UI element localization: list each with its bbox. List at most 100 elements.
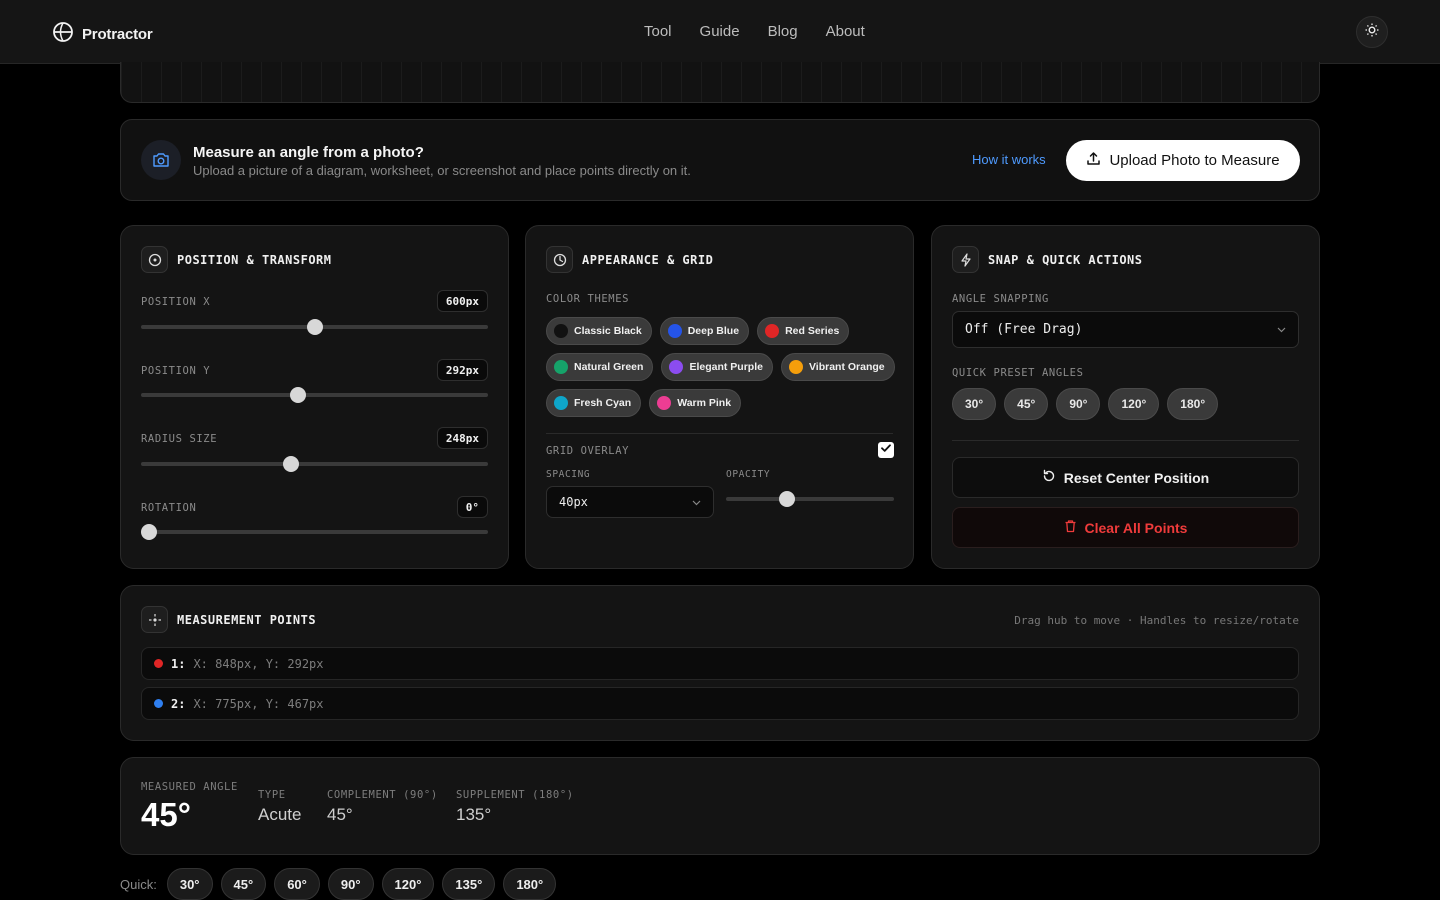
- preset-120-button[interactable]: 120°: [1108, 388, 1160, 420]
- rotation-value: 0°: [456, 496, 488, 518]
- nav-about[interactable]: About: [826, 23, 865, 40]
- slider-thumb[interactable]: [283, 456, 300, 472]
- radius-size-label: RADIUS SIZE: [141, 433, 218, 445]
- divider: [952, 440, 1299, 441]
- position-y-value: 292px: [436, 359, 488, 381]
- nav-blog[interactable]: Blog: [768, 23, 798, 40]
- nav-guide[interactable]: Guide: [700, 23, 740, 40]
- theme-label: Vibrant Orange: [808, 361, 885, 373]
- theme-fresh-cyan[interactable]: Fresh Cyan: [546, 389, 642, 417]
- rotation-label: ROTATION: [141, 502, 197, 514]
- quick-label: Quick:: [120, 876, 157, 892]
- quick-135-button[interactable]: 135°: [442, 868, 496, 900]
- spacing-label: SPACING: [546, 469, 591, 480]
- position-x-label: POSITION X: [141, 296, 211, 308]
- color-swatch-icon: [765, 324, 780, 338]
- grid-overlay-checkbox[interactable]: [878, 442, 894, 458]
- preset-90-button[interactable]: 90°: [1056, 388, 1101, 420]
- slider-thumb[interactable]: [141, 524, 157, 540]
- clear-label: Clear All Points: [1084, 519, 1188, 536]
- theme-warm-pink[interactable]: Warm Pink: [649, 389, 742, 417]
- measured-angle-value: 45°: [141, 796, 191, 833]
- point-coords: X: 848px, Y: 292px: [193, 656, 324, 671]
- slider-thumb[interactable]: [306, 319, 323, 335]
- theme-elegant-purple[interactable]: Elegant Purple: [661, 353, 773, 381]
- point-color-icon: [154, 659, 163, 668]
- upload-title: Measure an angle from a photo?: [193, 144, 424, 161]
- panel-title: POSITION & TRANSFORM: [177, 252, 332, 267]
- color-swatch-icon: [667, 324, 682, 338]
- radius-size-slider[interactable]: [141, 456, 488, 472]
- theme-natural-green[interactable]: Natural Green: [546, 353, 654, 381]
- theme-label: Natural Green: [574, 361, 644, 373]
- upload-photo-button[interactable]: Upload Photo to Measure: [1066, 140, 1300, 181]
- slider-thumb[interactable]: [779, 491, 796, 507]
- main-nav: Tool Guide Blog About: [644, 23, 865, 40]
- quick-30-button[interactable]: 30°: [166, 868, 213, 900]
- measurement-points-card: MEASUREMENT POINTS Drag hub to move · Ha…: [120, 585, 1320, 741]
- quick-120-button[interactable]: 120°: [381, 868, 435, 900]
- point-row[interactable]: 2: X: 775px, Y: 467px: [141, 687, 1299, 720]
- supplement-value: 135°: [456, 805, 492, 824]
- angle-snapping-select[interactable]: Off (Free Drag): [952, 311, 1299, 348]
- theme-label: Red Series: [785, 325, 840, 337]
- complement-label: COMPLEMENT (90°): [327, 789, 438, 801]
- lightning-icon: [952, 246, 979, 273]
- theme-deep-blue[interactable]: Deep Blue: [659, 317, 750, 345]
- target-icon: [141, 606, 168, 633]
- clear-all-points-button[interactable]: Clear All Points: [952, 507, 1299, 548]
- theme-classic-black[interactable]: Classic Black: [546, 317, 652, 345]
- nav-tool[interactable]: Tool: [644, 23, 672, 40]
- color-theme-list: Classic Black Deep Blue Red Series Natur…: [546, 317, 896, 417]
- preset-45-button[interactable]: 45°: [1004, 388, 1049, 420]
- protractor-canvas[interactable]: [120, 62, 1320, 103]
- quick-60-button[interactable]: 60°: [274, 868, 320, 900]
- preset-180-button[interactable]: 180°: [1167, 388, 1219, 420]
- point-color-icon: [154, 699, 163, 708]
- brand-logo[interactable]: Protractor: [52, 21, 153, 48]
- rotation-slider[interactable]: [141, 524, 488, 540]
- position-x-value: 600px: [436, 290, 488, 312]
- divider: [546, 433, 893, 434]
- position-y-label: POSITION Y: [141, 365, 211, 377]
- quick-45-button[interactable]: 45°: [220, 868, 267, 900]
- palette-icon: [546, 246, 573, 273]
- slider-thumb[interactable]: [289, 387, 306, 403]
- grid-overlay-label: GRID OVERLAY: [546, 445, 630, 457]
- angle-snapping-label: ANGLE SNAPPING: [952, 293, 1049, 305]
- how-it-works-link[interactable]: How it works: [972, 152, 1046, 167]
- points-title: MEASUREMENT POINTS: [177, 612, 317, 627]
- drag-hint: Drag hub to move · Handles to resize/rot…: [1014, 614, 1299, 627]
- reset-icon: [1042, 469, 1056, 486]
- preset-30-button[interactable]: 30°: [952, 388, 997, 420]
- point-row[interactable]: 1: X: 848px, Y: 292px: [141, 647, 1299, 680]
- quick-preset-label: QUICK PRESET ANGLES: [952, 367, 1084, 379]
- theme-label: Warm Pink: [677, 397, 732, 409]
- theme-label: Classic Black: [574, 325, 642, 337]
- point-number: 2:: [171, 696, 186, 711]
- theme-label: Fresh Cyan: [574, 397, 632, 409]
- quick-180-button[interactable]: 180°: [503, 868, 557, 900]
- checkmark-icon: [880, 441, 892, 459]
- theme-toggle-button[interactable]: [1356, 16, 1388, 48]
- opacity-label: OPACITY: [726, 469, 771, 480]
- snap-quick-actions-panel: SNAP & QUICK ACTIONS ANGLE SNAPPING Off …: [931, 225, 1320, 569]
- color-swatch-icon: [657, 396, 672, 410]
- camera-icon: [141, 140, 181, 180]
- reset-center-button[interactable]: Reset Center Position: [952, 457, 1299, 498]
- brand-name: Protractor: [82, 26, 153, 43]
- sun-icon: [1365, 23, 1379, 42]
- appearance-grid-panel: APPEARANCE & GRID COLOR THEMES Classic B…: [525, 225, 914, 569]
- chevron-down-icon: [1277, 322, 1286, 337]
- quick-90-button[interactable]: 90°: [327, 868, 374, 900]
- theme-vibrant-orange[interactable]: Vibrant Orange: [780, 353, 895, 381]
- upload-subtitle: Upload a picture of a diagram, worksheet…: [193, 163, 691, 178]
- grid-spacing-select[interactable]: 40px: [546, 486, 714, 518]
- grid-opacity-slider[interactable]: [726, 491, 894, 507]
- theme-red-series[interactable]: Red Series: [757, 317, 850, 345]
- position-y-slider[interactable]: [141, 387, 488, 403]
- upload-icon: [1086, 151, 1101, 170]
- preset-angle-list: 30° 45° 90° 120° 180°: [952, 388, 1219, 420]
- position-x-slider[interactable]: [141, 319, 488, 335]
- protractor-logo-icon: [52, 21, 74, 48]
